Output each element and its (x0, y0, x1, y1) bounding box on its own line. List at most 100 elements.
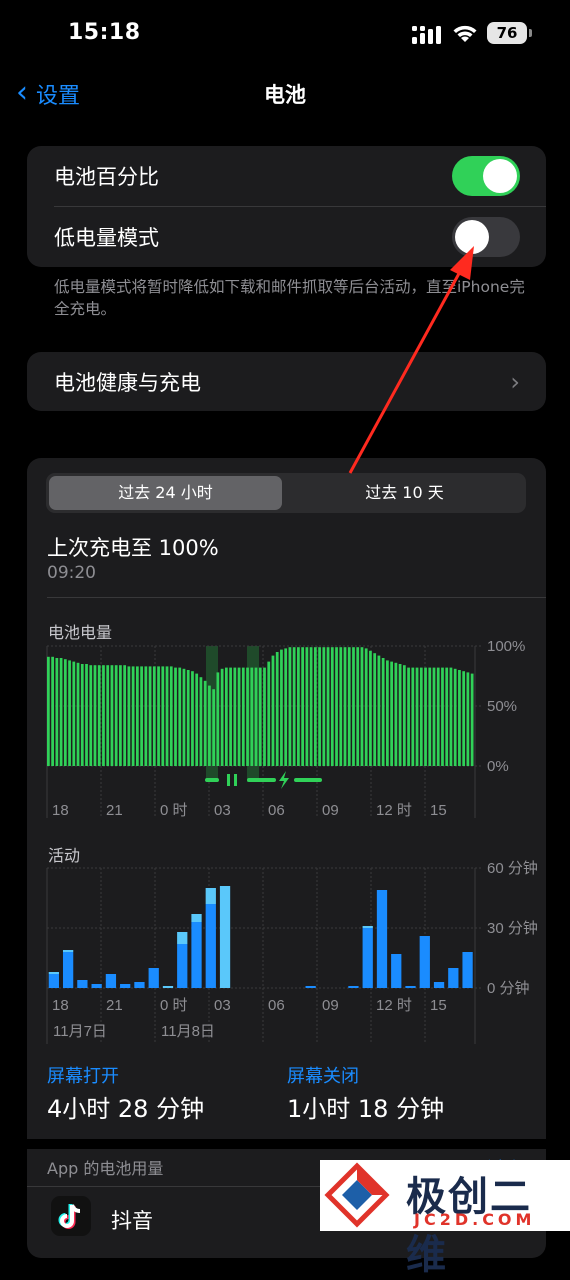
time-range-segmented-control: 过去 24 小时 过去 10 天 (46, 473, 526, 513)
battery-bar (297, 647, 300, 766)
battery-bar (352, 647, 355, 766)
divider (47, 597, 546, 598)
battery-bar (246, 667, 249, 766)
battery-bar (186, 670, 190, 766)
battery-bar (102, 665, 105, 766)
battery-bar (445, 667, 449, 766)
x-tick-label: 18 (52, 802, 69, 819)
x-tick-label: 0 时 (160, 997, 188, 1014)
x-tick-label: 09 (322, 802, 339, 819)
screen-off-bar (362, 926, 373, 928)
battery-bar (152, 666, 156, 766)
battery-bar (436, 667, 440, 766)
battery-bar (419, 667, 423, 766)
y-tick-label: 100% (487, 638, 525, 655)
screen-on-bar (134, 982, 145, 988)
battery-bar (284, 648, 288, 766)
battery-bar (424, 667, 427, 766)
battery-bar (199, 677, 203, 766)
status-time: 15:18 (68, 20, 141, 45)
battery-bar (432, 667, 436, 766)
screen-on-bar (305, 986, 316, 988)
battery-percentage-toggle[interactable] (452, 156, 520, 196)
tab-last-24-hours[interactable]: 过去 24 小时 (49, 476, 282, 510)
battery-bar (347, 647, 351, 766)
date-label: 11月7日 (53, 1023, 107, 1040)
pause-icon (234, 774, 237, 786)
battery-bar (267, 661, 271, 766)
battery-bar (135, 666, 139, 766)
battery-bar (182, 668, 186, 766)
cellular-signal-icon (412, 26, 441, 44)
x-tick-label: 09 (322, 997, 339, 1014)
battery-bar (208, 685, 211, 766)
date-label: 11月8日 (161, 1023, 215, 1040)
battery-bar (369, 650, 372, 766)
screen-on-bar (405, 986, 416, 988)
battery-bar (390, 661, 393, 766)
screen-on-bar (205, 904, 216, 988)
battery-bar (241, 667, 245, 766)
battery-bar (360, 647, 364, 766)
y-tick-label: 0 分钟 (487, 980, 530, 997)
battery-percentage-row: 电池百分比 (27, 146, 546, 206)
battery-bar (254, 667, 258, 766)
battery-bar (68, 660, 71, 766)
x-tick-label: 03 (214, 997, 231, 1014)
battery-bar (220, 668, 224, 766)
battery-bar (330, 647, 334, 766)
battery-bar (157, 666, 160, 766)
x-tick-label: 15 (430, 802, 447, 819)
watermark: 极创二维 JC2D.COM (320, 1160, 570, 1278)
screen-on-bar (462, 952, 473, 988)
battery-bar (381, 658, 385, 766)
battery-bar (47, 656, 50, 766)
battery-bar (402, 665, 406, 766)
battery-bar (195, 673, 199, 766)
battery-bar (97, 665, 101, 766)
battery-bar (275, 652, 279, 766)
screen-on-bar (362, 928, 373, 988)
battery-bar (462, 671, 466, 766)
tab-last-10-days[interactable]: 过去 10 天 (286, 476, 523, 510)
battery-bar (123, 665, 127, 766)
app-usage-header: App 的电池用量 (47, 1159, 164, 1178)
screen-off-bar (162, 986, 174, 988)
battery-bar (466, 672, 470, 766)
screen-off-bar (219, 886, 231, 988)
toggle-knob (455, 220, 489, 254)
x-tick-label: 15 (430, 997, 447, 1014)
battery-health-row[interactable]: 电池健康与充电 › (27, 352, 546, 411)
screen-on-bar (391, 954, 402, 988)
y-tick-label: 30 分钟 (487, 920, 538, 937)
battery-bar (458, 670, 461, 766)
battery-bar (470, 673, 474, 766)
battery-bar (233, 667, 237, 766)
battery-bar (63, 659, 67, 766)
battery-bar (453, 668, 457, 766)
low-power-mode-toggle[interactable] (452, 217, 520, 257)
battery-bar (131, 666, 135, 766)
battery-bar (343, 647, 347, 766)
section-divider (27, 1139, 546, 1149)
battery-bar (191, 671, 194, 766)
screen-on-bar (177, 944, 188, 988)
battery-bar (339, 647, 343, 766)
battery-bar (364, 648, 368, 766)
battery-bar (161, 666, 165, 766)
battery-bar (318, 647, 321, 766)
battery-bar (127, 666, 131, 766)
battery-bar (55, 658, 59, 766)
battery-bar (80, 664, 84, 766)
battery-bar (407, 667, 410, 766)
battery-bar (106, 665, 110, 766)
battery-bar (72, 661, 76, 766)
pause-icon (227, 774, 230, 786)
battery-bar (237, 667, 241, 766)
lightning-icon (279, 771, 289, 789)
battery-indicator: 76 (487, 22, 532, 44)
x-tick-label: 18 (52, 997, 69, 1014)
x-tick-label: 06 (268, 802, 285, 819)
activity-chart: 60 分钟 30 分钟 0 分钟 18 21 0 时 03 06 09 12 时 15 11月7日 11… (46, 860, 538, 1044)
battery-bar (148, 666, 152, 766)
